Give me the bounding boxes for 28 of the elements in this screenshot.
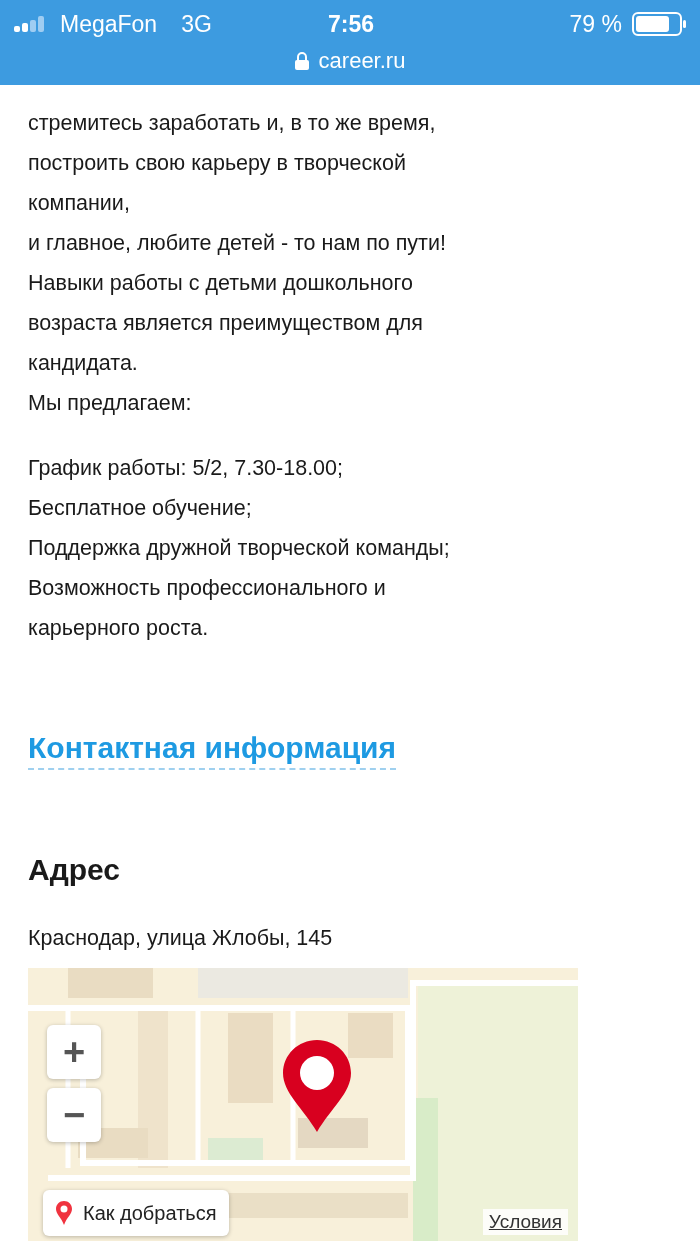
description-text: стремитесь заработать и, в то же время, [28,110,437,137]
description-text: и главное, любите детей - то нам по пути! [28,230,447,257]
description-text: кандидата. [28,350,139,377]
map-pin-icon [281,1038,353,1134]
offer-text: карьерного роста. [28,615,210,642]
carrier-name: MegaFon [60,10,158,38]
terms-link[interactable]: Условия [482,1209,568,1235]
offer-text: Возможность профессионального и [28,575,387,602]
offer-text: График работы: 5/2, 7.30-18.00; [28,455,344,482]
address-text: Краснодар, улица Жлобы, 145 [28,925,334,952]
location-pin-icon [55,1200,73,1226]
clock: 7:56 [327,10,374,38]
description-text: Навыки работы с детьми дошкольного [28,270,414,297]
zoom-out-button[interactable]: − [47,1088,101,1142]
description-text: Мы предлагаем: [28,390,193,417]
offer-text: Бесплатное обучение; [28,495,253,522]
network-type: 3G [181,10,212,38]
route-button[interactable]: Как добраться [43,1190,229,1236]
description-text: компании, [28,190,131,217]
description-text: построить свою карьеру в творческой [28,150,407,177]
battery-icon [632,12,688,36]
zoom-in-button[interactable]: + [47,1025,101,1079]
map[interactable]: + − Как добраться Условия [28,968,578,1241]
battery-percent: 79 % [569,10,622,38]
address-heading: Адрес [28,852,121,888]
lock-icon [294,52,309,70]
offer-text: Поддержка дружной творческой команды; [28,535,451,562]
description-text: возраста является преимуществом для [28,310,424,337]
